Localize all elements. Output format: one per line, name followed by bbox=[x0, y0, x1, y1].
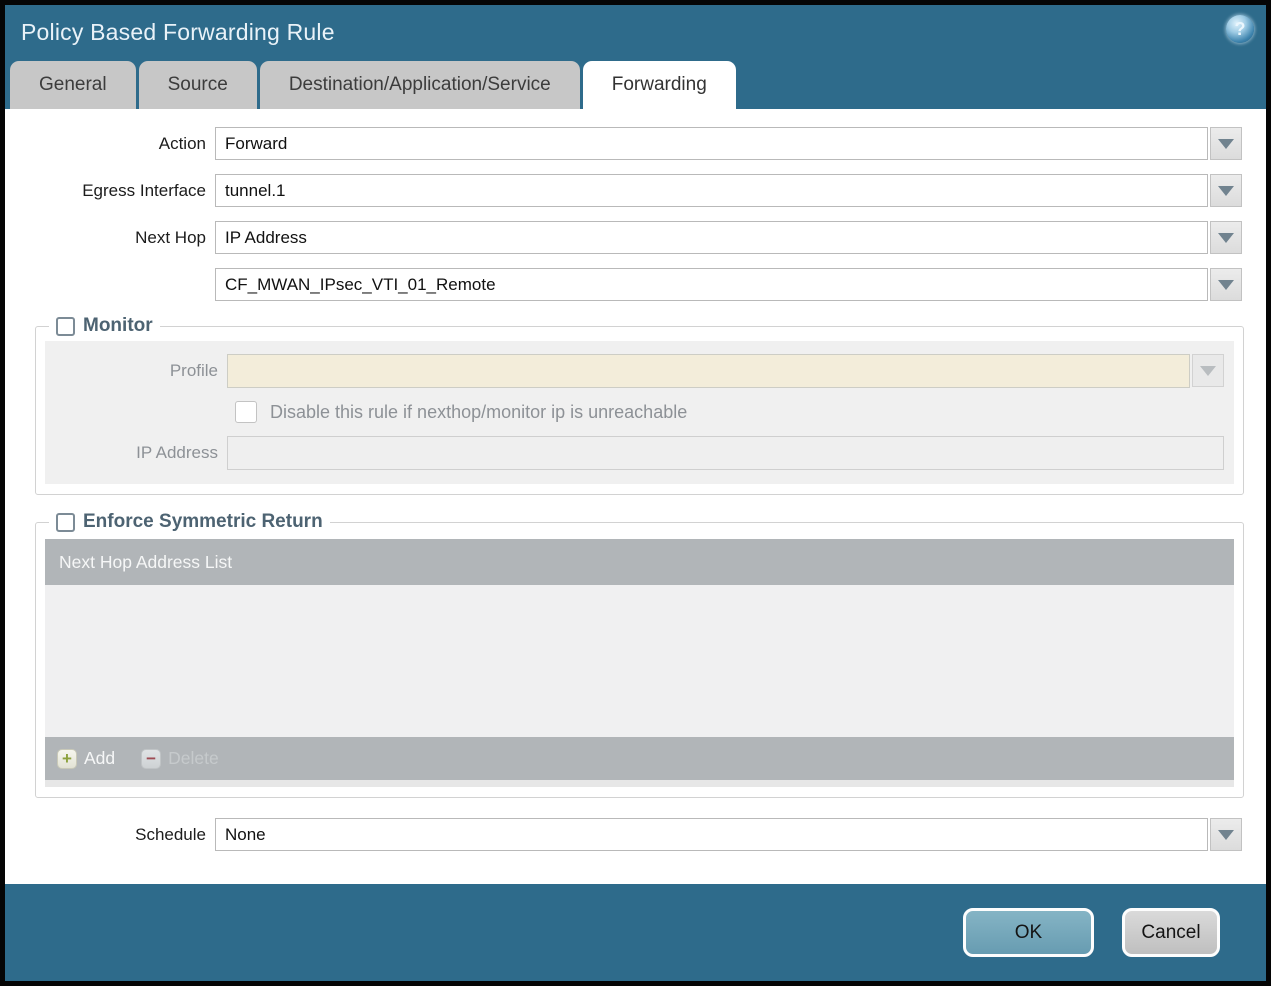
action-label: Action bbox=[158, 133, 206, 153]
next-hop-type-dropdown-button[interactable] bbox=[1210, 221, 1242, 254]
delete-button-label: Delete bbox=[168, 748, 219, 768]
chevron-down-icon bbox=[1218, 138, 1234, 149]
next-hop-address-list-table: Next Hop Address List + Add − Delete bbox=[45, 539, 1234, 787]
monitor-ip-address-row: IP Address bbox=[45, 436, 1224, 470]
profile-row: Profile bbox=[45, 354, 1224, 388]
table-footer: + Add − Delete bbox=[45, 737, 1234, 780]
egress-interface-input[interactable]: tunnel.1 bbox=[215, 174, 1208, 207]
tab-destination-application-service[interactable]: Destination/Application/Service bbox=[259, 61, 580, 109]
help-icon[interactable]: ? bbox=[1226, 15, 1254, 43]
table-header: Next Hop Address List bbox=[45, 539, 1234, 585]
action-dropdown-button[interactable] bbox=[1210, 127, 1242, 160]
minus-icon: − bbox=[141, 748, 162, 769]
monitor-legend: Monitor bbox=[49, 315, 160, 337]
monitor-legend-label: Monitor bbox=[83, 315, 153, 336]
chevron-down-icon bbox=[1218, 232, 1234, 243]
symmetric-return-checkbox[interactable] bbox=[56, 512, 75, 532]
action-input[interactable]: Forward bbox=[215, 127, 1208, 160]
profile-dropdown-button bbox=[1192, 354, 1224, 387]
tab-bar: General Source Destination/Application/S… bbox=[5, 59, 1266, 109]
next-hop-label: Next Hop bbox=[135, 227, 206, 247]
delete-button: − Delete bbox=[141, 748, 219, 769]
monitor-fieldset: Monitor Profile Disable this rule if nex… bbox=[35, 315, 1244, 495]
egress-interface-label: Egress Interface bbox=[82, 180, 206, 200]
action-row: Action Forward bbox=[5, 127, 1242, 160]
monitor-ip-address-label: IP Address bbox=[136, 443, 218, 462]
schedule-dropdown-button[interactable] bbox=[1210, 818, 1242, 851]
cancel-button[interactable]: Cancel bbox=[1122, 908, 1220, 957]
symmetric-return-legend: Enforce Symmetric Return bbox=[49, 511, 330, 533]
disable-rule-label: Disable this rule if nexthop/monitor ip … bbox=[270, 401, 688, 422]
dialog-footer: OK Cancel bbox=[5, 884, 1266, 981]
table-bottom-strip bbox=[45, 780, 1234, 787]
schedule-label: Schedule bbox=[135, 824, 206, 844]
monitor-panel: Profile Disable this rule if nexthop/mon… bbox=[45, 341, 1234, 484]
next-hop-row: Next Hop IP Address bbox=[5, 221, 1242, 254]
next-hop-type-input[interactable]: IP Address bbox=[215, 221, 1208, 254]
forwarding-tab-panel: Action Forward Egress Interface tunnel.1… bbox=[5, 109, 1266, 884]
next-hop-address-dropdown-button[interactable] bbox=[1210, 268, 1242, 301]
next-hop-address-row: CF_MWAN_IPsec_VTI_01_Remote bbox=[5, 268, 1242, 301]
add-button-label: Add bbox=[84, 748, 116, 768]
profile-label: Profile bbox=[169, 361, 218, 380]
dialog-title-bar: Policy Based Forwarding Rule ? bbox=[5, 5, 1266, 59]
monitor-checkbox[interactable] bbox=[56, 316, 75, 336]
monitor-ip-address-input bbox=[227, 436, 1224, 470]
chevron-down-icon bbox=[1218, 279, 1234, 290]
egress-interface-dropdown-button[interactable] bbox=[1210, 174, 1242, 207]
chevron-down-icon bbox=[1218, 829, 1234, 840]
symmetric-return-fieldset: Enforce Symmetric Return Next Hop Addres… bbox=[35, 511, 1244, 798]
add-button[interactable]: + Add bbox=[57, 748, 115, 769]
tab-general[interactable]: General bbox=[10, 61, 136, 109]
profile-input bbox=[227, 354, 1190, 388]
plus-icon: + bbox=[57, 748, 77, 769]
egress-interface-row: Egress Interface tunnel.1 bbox=[5, 174, 1242, 207]
symmetric-return-legend-label: Enforce Symmetric Return bbox=[83, 511, 323, 532]
ok-button[interactable]: OK bbox=[963, 908, 1094, 957]
schedule-input[interactable]: None bbox=[215, 818, 1208, 851]
disable-rule-row: Disable this rule if nexthop/monitor ip … bbox=[235, 401, 1224, 423]
disable-rule-checkbox bbox=[235, 401, 257, 423]
table-body[interactable] bbox=[45, 585, 1234, 737]
schedule-row: Schedule None bbox=[5, 818, 1242, 851]
chevron-down-icon bbox=[1200, 365, 1216, 376]
chevron-down-icon bbox=[1218, 185, 1234, 196]
tab-source[interactable]: Source bbox=[138, 61, 257, 109]
next-hop-address-input[interactable]: CF_MWAN_IPsec_VTI_01_Remote bbox=[215, 268, 1208, 301]
policy-based-forwarding-dialog: Policy Based Forwarding Rule ? General S… bbox=[0, 0, 1271, 986]
tab-forwarding[interactable]: Forwarding bbox=[582, 61, 736, 109]
dialog-title: Policy Based Forwarding Rule bbox=[21, 18, 335, 45]
